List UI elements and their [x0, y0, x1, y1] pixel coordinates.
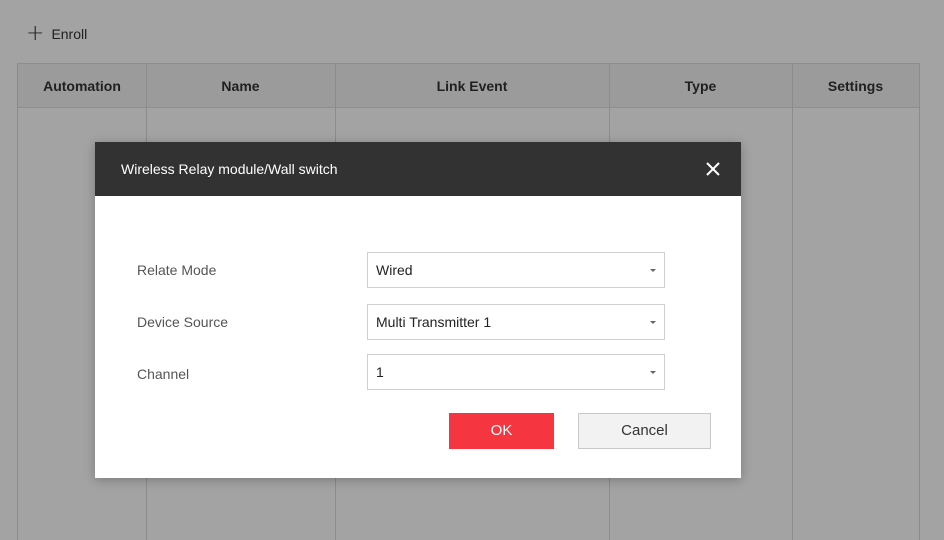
relay-module-dialog: Wireless Relay module/Wall switch Relate…: [95, 142, 741, 478]
device-source-value: Multi Transmitter 1: [376, 314, 492, 330]
dialog-title: Wireless Relay module/Wall switch: [121, 161, 338, 177]
relate-mode-label: Relate Mode: [137, 262, 217, 278]
chevron-down-icon: [650, 321, 656, 324]
channel-label: Channel: [137, 366, 190, 382]
relate-mode-select[interactable]: Wired: [367, 252, 665, 288]
channel-value: 1: [376, 364, 384, 380]
dialog-header: Wireless Relay module/Wall switch: [95, 142, 741, 196]
chevron-down-icon: [650, 371, 656, 374]
device-source-label: Device Source: [137, 314, 229, 330]
chevron-down-icon: [650, 269, 656, 272]
cancel-button[interactable]: Cancel: [578, 413, 711, 449]
close-icon[interactable]: [703, 159, 723, 179]
channel-select[interactable]: 1: [367, 354, 665, 390]
relate-mode-value: Wired: [376, 262, 413, 278]
ok-button[interactable]: OK: [449, 413, 554, 449]
device-source-select[interactable]: Multi Transmitter 1: [367, 304, 665, 340]
